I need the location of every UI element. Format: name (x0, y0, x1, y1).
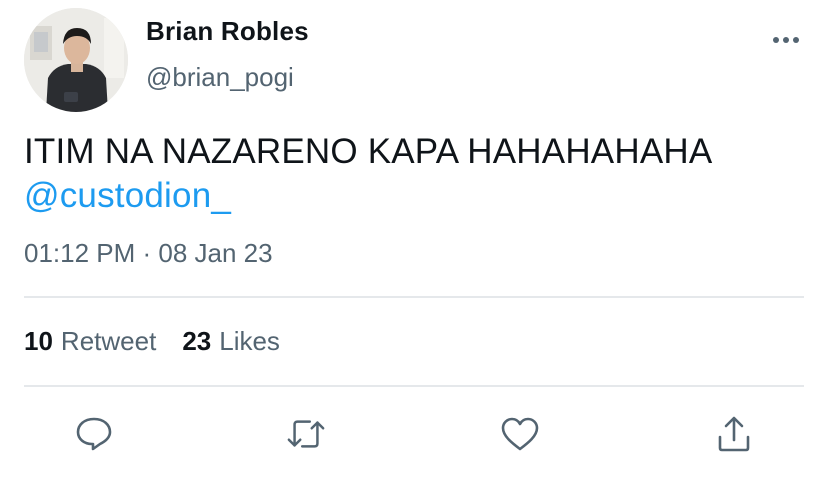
heart-icon (501, 417, 539, 451)
tweet-card: Brian Robles @brian_pogi ITIM NA NAZAREN… (0, 0, 828, 479)
retweet-icon (287, 420, 325, 448)
tweet-body: ITIM NA NAZARENO KAPA HAHAHAHAHA (24, 132, 713, 171)
mention-link[interactable]: @custodion_ (24, 174, 804, 218)
reply-icon (76, 417, 112, 451)
retweet-stat[interactable]: 10 Retweet (24, 326, 156, 357)
reply-button[interactable] (74, 414, 114, 454)
avatar[interactable] (24, 8, 128, 112)
retweet-count: 10 (24, 326, 53, 356)
retweet-button[interactable] (286, 414, 326, 454)
author-name[interactable]: Brian Robles (146, 16, 309, 47)
likes-stat[interactable]: 23 Likes (182, 326, 280, 357)
share-button[interactable] (714, 414, 754, 454)
divider (24, 296, 804, 298)
more-dots-icon (773, 37, 799, 43)
divider (24, 385, 804, 387)
share-icon (718, 416, 750, 452)
more-options-button[interactable] (768, 28, 804, 52)
like-button[interactable] (500, 414, 540, 454)
retweet-label: Retweet (60, 326, 157, 356)
likes-label: Likes (219, 326, 280, 356)
avatar-photo (24, 8, 128, 112)
action-bar (0, 414, 828, 458)
tweet-timestamp[interactable]: 01:12 PM · 08 Jan 23 (24, 238, 273, 269)
tweet-text: ITIM NA NAZARENO KAPA HAHAHAHAHA @custod… (24, 130, 804, 218)
author-handle[interactable]: @brian_pogi (146, 62, 294, 93)
tweet-stats: 10 Retweet 23 Likes (24, 326, 280, 357)
likes-count: 23 (182, 326, 212, 356)
